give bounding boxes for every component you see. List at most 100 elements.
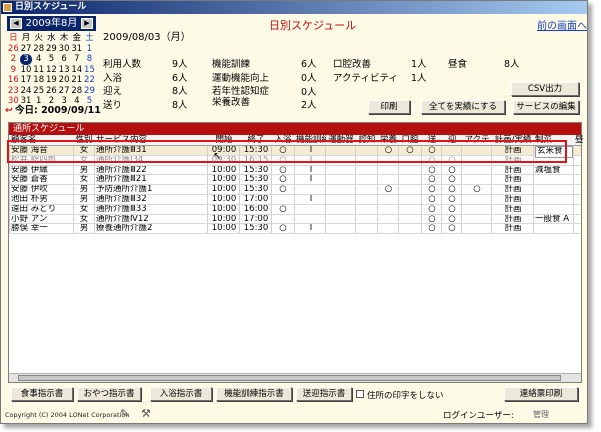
edit-service-button[interactable]: サービスの編集 xyxy=(513,100,579,114)
calendar-day[interactable]: 3 xyxy=(19,54,33,65)
column-header[interactable]: 制菜 xyxy=(535,135,573,146)
table-cell: ○ xyxy=(448,204,456,214)
today-link[interactable]: ↩ 今日: 2009/09/11 xyxy=(5,102,101,116)
cell-divider xyxy=(461,194,462,204)
column-header[interactable]: 認知 xyxy=(357,135,377,146)
table-row[interactable]: 小野 アン 女通所介護Ⅳ12 10:00 17:00 ○ ○ 計画 一般食 A xyxy=(9,214,581,225)
snack-order-button[interactable]: おやつ指示書 xyxy=(77,387,141,401)
calendar-day[interactable]: 29 xyxy=(45,44,58,55)
calendar-day[interactable]: 8 xyxy=(83,54,96,65)
column-header[interactable]: 昼 xyxy=(575,135,583,146)
mark-all-actual-button[interactable]: 全てを実績にする xyxy=(421,100,505,114)
training-order-button[interactable]: 機能訓練指示書 xyxy=(216,387,292,401)
next-month-button[interactable]: ▶ xyxy=(81,18,93,29)
calendar-day[interactable]: 5 xyxy=(45,54,58,65)
csv-export-button[interactable]: CSV出力 xyxy=(511,82,579,96)
column-header[interactable]: 計画/実績 xyxy=(493,135,533,146)
column-header[interactable]: 運動器 xyxy=(327,135,355,146)
column-header[interactable]: 顧客名 xyxy=(11,135,71,146)
column-header[interactable]: 栄養 xyxy=(379,135,398,146)
wrench-icon[interactable]: ✎ xyxy=(120,407,129,420)
calendar-day[interactable]: 26 xyxy=(7,44,20,55)
print-button[interactable]: 印刷 xyxy=(368,100,410,114)
table-row[interactable]: 池田 朴男 男通所介護Ⅲ32 10:00 17:00 I ○ ○ 計画 xyxy=(9,194,581,205)
transport-order-button[interactable]: 送迎指示書 xyxy=(296,387,352,401)
calendar-day[interactable]: 14 xyxy=(70,65,83,76)
table-row[interactable]: 安藤 海音女通所介護Ⅲ31 09:00 15:30 ○ I ○ ○ ○ 計画 玄米食 xyxy=(9,146,581,158)
table-cell: 10:00 xyxy=(211,165,237,175)
column-header[interactable]: 迎 xyxy=(443,135,461,146)
calendar-day[interactable]: 31 xyxy=(70,44,83,55)
calendar-day[interactable]: 7 xyxy=(70,54,83,65)
calendar-week-row: 16 17 18 19 20 21 22 xyxy=(7,75,96,86)
table-cell: 安藤 伊織 xyxy=(11,165,48,175)
calendar-day[interactable]: 1 xyxy=(83,44,96,55)
table-cell: 松井 総四郎 xyxy=(11,155,57,165)
column-header[interactable]: 性別 xyxy=(75,135,93,146)
calendar-day[interactable]: 30 xyxy=(58,44,71,55)
cell-divider xyxy=(573,175,574,185)
calendar-day[interactable]: 17 xyxy=(20,75,33,86)
column-header[interactable]: 機能訓練 xyxy=(296,135,326,146)
calendar-day[interactable]: 26 xyxy=(45,86,58,97)
calendar-day[interactable]: 28 xyxy=(70,86,83,97)
calendar-day[interactable]: 20 xyxy=(58,75,71,86)
calendar-day[interactable]: 15 xyxy=(83,65,96,76)
column-header[interactable]: 終了 xyxy=(241,135,271,146)
calendar-day[interactable]: 22 xyxy=(83,75,96,86)
table-row[interactable]: 松井 総四郎女通所介護Ⅰ34 09:30 16:15 ○ I ○ ○ 計画 xyxy=(9,155,581,166)
calendar-day[interactable]: 16 xyxy=(7,75,20,86)
calendar-day[interactable]: 4 xyxy=(32,54,45,65)
hide-address-checkbox[interactable] xyxy=(356,390,364,398)
hammer-icon[interactable]: ⚒ xyxy=(141,407,151,420)
table-row[interactable]: 安藤 伊吹 男予防通所介護1 10:00 15:30 ○ ○ ○ ○ ○ 計画 xyxy=(9,185,581,195)
scroll-thumb[interactable] xyxy=(18,375,561,381)
column-header[interactable]: 開始 xyxy=(209,135,239,146)
stat-label-dropoff: 送り xyxy=(103,100,123,111)
table-cell: I xyxy=(309,155,313,165)
calendar-day[interactable]: 28 xyxy=(32,44,45,55)
meal-order-button[interactable]: 食事指示書 xyxy=(11,387,73,401)
calendar-day[interactable]: 23 xyxy=(7,86,20,97)
calendar-day[interactable]: 6 xyxy=(58,54,71,65)
stat-label-motor: 運動機能向上 xyxy=(212,73,270,84)
column-header[interactable]: 口腔 xyxy=(400,135,420,146)
back-link[interactable]: 前の画面へ xyxy=(537,17,587,32)
cell-divider xyxy=(533,214,534,224)
calendar-day[interactable]: 29 xyxy=(83,86,96,97)
calendar-day[interactable]: 27 xyxy=(20,44,33,55)
column-header[interactable]: 送 xyxy=(423,135,441,146)
calendar-day[interactable]: 19 xyxy=(45,75,58,86)
contact-sheet-print-button[interactable]: 連絡票印刷 xyxy=(504,387,578,401)
table-row[interactable]: 勝俣 幸一 男療養通所介護2 10:00 15:30 ○ I ○ ○ 計画 xyxy=(9,224,581,235)
column-header[interactable]: サービス内容 xyxy=(96,135,206,146)
calendar-day[interactable]: 18 xyxy=(32,75,45,86)
calendar-day[interactable]: 27 xyxy=(58,86,71,97)
calendar-day[interactable]: 24 xyxy=(20,86,33,97)
calendar-day[interactable]: 10 xyxy=(20,65,33,76)
cell-divider xyxy=(207,204,208,214)
horizontal-scrollbar[interactable] xyxy=(9,373,581,382)
cell-divider xyxy=(398,146,399,155)
calendar-day[interactable]: 25 xyxy=(32,86,45,97)
table-row[interactable]: 安藤 蒼香 女通所介護Ⅲ21 10:00 15:30 ○ I ○ ○ 計画 xyxy=(9,175,581,186)
cell-divider xyxy=(377,204,378,214)
column-header[interactable]: 入浴 xyxy=(273,135,293,146)
table-row[interactable]: 安藤 伊織 男通所介護Ⅲ22 10:00 15:30 ○ I ○ ○ 計画 減塩食 xyxy=(9,165,581,176)
table-cell: 10:00 xyxy=(211,214,237,224)
bath-order-button[interactable]: 入浴指示書 xyxy=(150,387,212,401)
calendar-day[interactable]: 21 xyxy=(70,75,83,86)
prev-month-button[interactable]: ◀ xyxy=(10,18,22,29)
calendar-day[interactable]: 12 xyxy=(45,65,58,76)
stat-label-users: 利用人数 xyxy=(103,59,142,70)
calendar-day[interactable]: 2 xyxy=(7,54,20,65)
calendar-day[interactable]: 9 xyxy=(7,65,20,76)
stat-label-bath: 入浴 xyxy=(103,73,123,84)
table-row[interactable]: 遠田 みどり 女通所介護Ⅲ33 10:00 16:00 ○ ○ ○ 計画 xyxy=(9,204,581,215)
calendar-day[interactable]: 11 xyxy=(32,65,45,76)
column-header[interactable]: アクテ xyxy=(463,135,491,146)
table-cell: 男 xyxy=(79,224,89,234)
cell-divider xyxy=(9,194,10,204)
cell-divider xyxy=(461,185,462,194)
calendar-day[interactable]: 13 xyxy=(58,65,71,76)
